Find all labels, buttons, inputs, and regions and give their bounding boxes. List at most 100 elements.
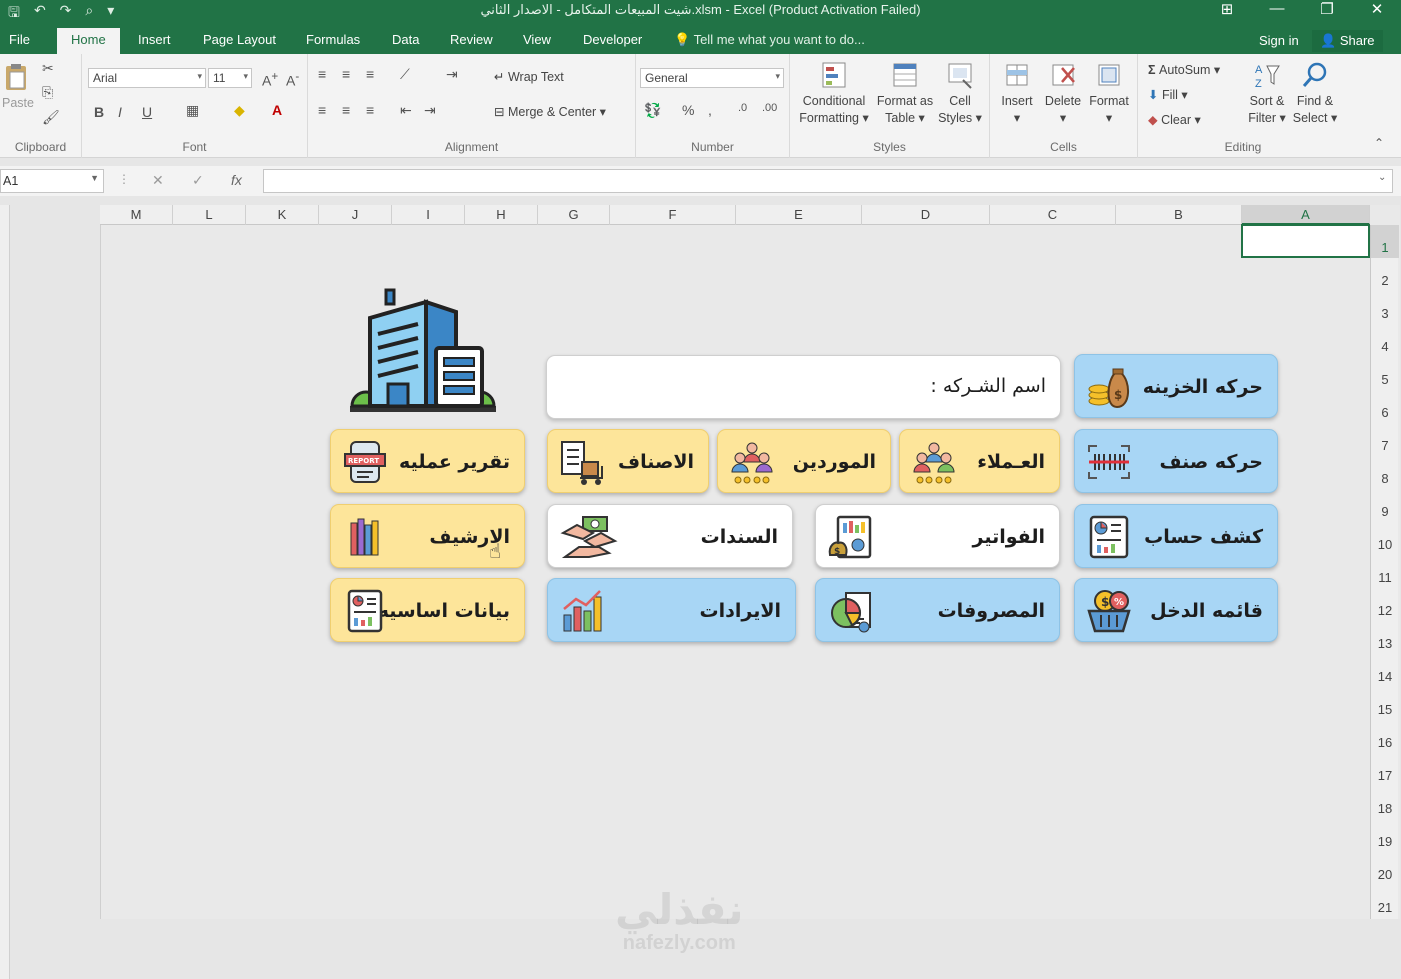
tab-page-layout[interactable]: Page Layout <box>203 32 276 47</box>
copy-icon[interactable]: ⎘ <box>42 84 53 101</box>
merge-center-button[interactable]: ⊟ Merge & Center ▾ <box>494 104 606 119</box>
share-button[interactable]: 👤 Share <box>1312 30 1383 52</box>
tab-insert[interactable]: Insert <box>138 32 171 47</box>
insert-cells-button[interactable]: Insert ▾ <box>996 60 1038 127</box>
items-button[interactable]: الاصناف <box>547 429 709 493</box>
fill-button[interactable]: ⬇ Fill ▾ <box>1148 87 1188 102</box>
align-middle-icon[interactable]: ≡ <box>342 66 350 82</box>
enter-entry-icon[interactable]: ✓ <box>192 172 204 189</box>
font-size-select[interactable]: 11 <box>208 68 252 88</box>
column-header-j[interactable]: J <box>319 205 392 225</box>
archive-button[interactable]: الارشيف ☝ <box>330 504 525 568</box>
row-header-13[interactable]: 13 <box>1371 621 1399 654</box>
shrink-font-icon[interactable]: A- <box>286 70 299 89</box>
row-header-15[interactable]: 15 <box>1371 687 1399 720</box>
operation-report-button[interactable]: تقرير عمليه REPORT <box>330 429 525 493</box>
font-color-icon[interactable]: A <box>272 102 282 118</box>
account-statement-button[interactable]: كشف حساب <box>1074 504 1278 568</box>
percent-button[interactable]: % <box>682 102 694 118</box>
clear-button[interactable]: ◆ Clear ▾ <box>1148 112 1201 127</box>
format-painter-icon[interactable]: 🖌 <box>42 109 60 126</box>
increase-decimal-icon[interactable]: .0 <box>738 102 747 114</box>
column-header-k[interactable]: K <box>246 205 319 225</box>
row-header-6[interactable]: 6 <box>1371 390 1399 423</box>
cell-styles-button[interactable]: Cell Styles ▾ <box>936 60 984 127</box>
restore-icon[interactable]: ❐ <box>1317 0 1337 18</box>
font-name-select[interactable]: Arial <box>88 68 206 88</box>
align-bottom-icon[interactable]: ≡ <box>366 66 374 82</box>
insert-function-button[interactable]: fx <box>231 172 242 188</box>
column-header-m[interactable]: M <box>100 205 173 225</box>
tab-data[interactable]: Data <box>392 32 419 47</box>
italic-button[interactable]: I <box>118 104 122 120</box>
orientation-icon[interactable]: ⟋ <box>400 66 410 83</box>
row-header-14[interactable]: 14 <box>1371 654 1399 687</box>
row-header-4[interactable]: 4 <box>1371 324 1399 357</box>
row-header-10[interactable]: 10 <box>1371 522 1399 555</box>
row-header-21[interactable]: 21 <box>1371 885 1399 918</box>
borders-icon[interactable]: ▦ <box>186 102 199 119</box>
column-header-e[interactable]: E <box>736 205 862 225</box>
tab-developer[interactable]: Developer <box>583 32 642 47</box>
tab-home[interactable]: Home <box>57 28 120 54</box>
decrease-decimal-icon[interactable]: .00 <box>762 102 777 114</box>
row-header-8[interactable]: 8 <box>1371 456 1399 489</box>
column-header-l[interactable]: L <box>173 205 246 225</box>
row-header-16[interactable]: 16 <box>1371 720 1399 753</box>
align-left-icon[interactable]: ≡ <box>318 102 326 118</box>
expenses-button[interactable]: المصروفات <box>815 578 1060 642</box>
customers-button[interactable]: العـملاء <box>899 429 1060 493</box>
column-header-d[interactable]: D <box>862 205 990 225</box>
align-right-icon[interactable]: ≡ <box>366 102 374 118</box>
row-header-20[interactable]: 20 <box>1371 852 1399 885</box>
cancel-entry-icon[interactable]: ✕ <box>152 172 164 189</box>
row-header-1[interactable]: 1 <box>1371 225 1399 258</box>
treasury-movement-button[interactable]: حركه الخزينه $ <box>1074 354 1278 418</box>
expand-formula-bar-icon[interactable]: ⌄ <box>1378 172 1386 183</box>
row-header-3[interactable]: 3 <box>1371 291 1399 324</box>
item-movement-button[interactable]: حركه صنف <box>1074 429 1278 493</box>
row-header-5[interactable]: 5 <box>1371 357 1399 390</box>
decrease-indent-icon[interactable]: ⇤ <box>400 102 412 119</box>
selected-cell-a1[interactable] <box>1241 224 1370 258</box>
tab-view[interactable]: View <box>523 32 551 47</box>
sort-filter-button[interactable]: AZ Sort & Filter ▾ <box>1246 60 1288 127</box>
comma-style-icon[interactable]: , <box>708 102 712 118</box>
underline-button[interactable]: U <box>142 104 152 120</box>
text-direction-icon[interactable]: ⇥ <box>446 66 458 83</box>
revenues-button[interactable]: الايرادات <box>547 578 796 642</box>
row-header-2[interactable]: 2 <box>1371 258 1399 291</box>
column-header-a[interactable]: A <box>1242 205 1370 225</box>
grow-font-icon[interactable]: A+ <box>262 70 278 89</box>
cut-icon[interactable]: ✂ <box>42 60 54 77</box>
increase-indent-icon[interactable]: ⇥ <box>424 102 436 119</box>
column-header-b[interactable]: B <box>1116 205 1242 225</box>
tab-file[interactable]: File <box>9 32 30 47</box>
row-header-18[interactable]: 18 <box>1371 786 1399 819</box>
align-top-icon[interactable]: ≡ <box>318 66 326 82</box>
paste-button[interactable]: Paste <box>2 62 34 112</box>
collapse-ribbon-icon[interactable]: ⌃ <box>1374 136 1384 150</box>
align-center-icon[interactable]: ≡ <box>342 102 350 118</box>
column-header-i[interactable]: I <box>392 205 465 225</box>
suppliers-button[interactable]: الموردين <box>717 429 891 493</box>
conditional-formatting-button[interactable]: Conditional Formatting ▾ <box>794 60 874 127</box>
column-header-h[interactable]: H <box>465 205 538 225</box>
column-header-c[interactable]: C <box>990 205 1116 225</box>
invoices-button[interactable]: الفواتير $ <box>815 504 1060 568</box>
find-select-button[interactable]: Find & Select ▾ <box>1292 60 1338 127</box>
row-header-9[interactable]: 9 <box>1371 489 1399 522</box>
minimize-icon[interactable]: — <box>1267 0 1287 18</box>
tab-review[interactable]: Review <box>450 32 493 47</box>
row-header-12[interactable]: 12 <box>1371 588 1399 621</box>
ribbon-display-icon[interactable]: ⊞ <box>1217 0 1237 18</box>
delete-cells-button[interactable]: Delete ▾ <box>1042 60 1084 127</box>
row-header-11[interactable]: 11 <box>1371 555 1399 588</box>
basic-data-button[interactable]: بيانات اساسيه <box>330 578 525 642</box>
name-box-dropdown-icon[interactable]: ▼ <box>90 173 99 183</box>
wrap-text-button[interactable]: ↵ Wrap Text <box>494 69 564 84</box>
row-header-19[interactable]: 19 <box>1371 819 1399 852</box>
column-header-f[interactable]: F <box>610 205 736 225</box>
row-header-7[interactable]: 7 <box>1371 423 1399 456</box>
tab-formulas[interactable]: Formulas <box>306 32 360 47</box>
